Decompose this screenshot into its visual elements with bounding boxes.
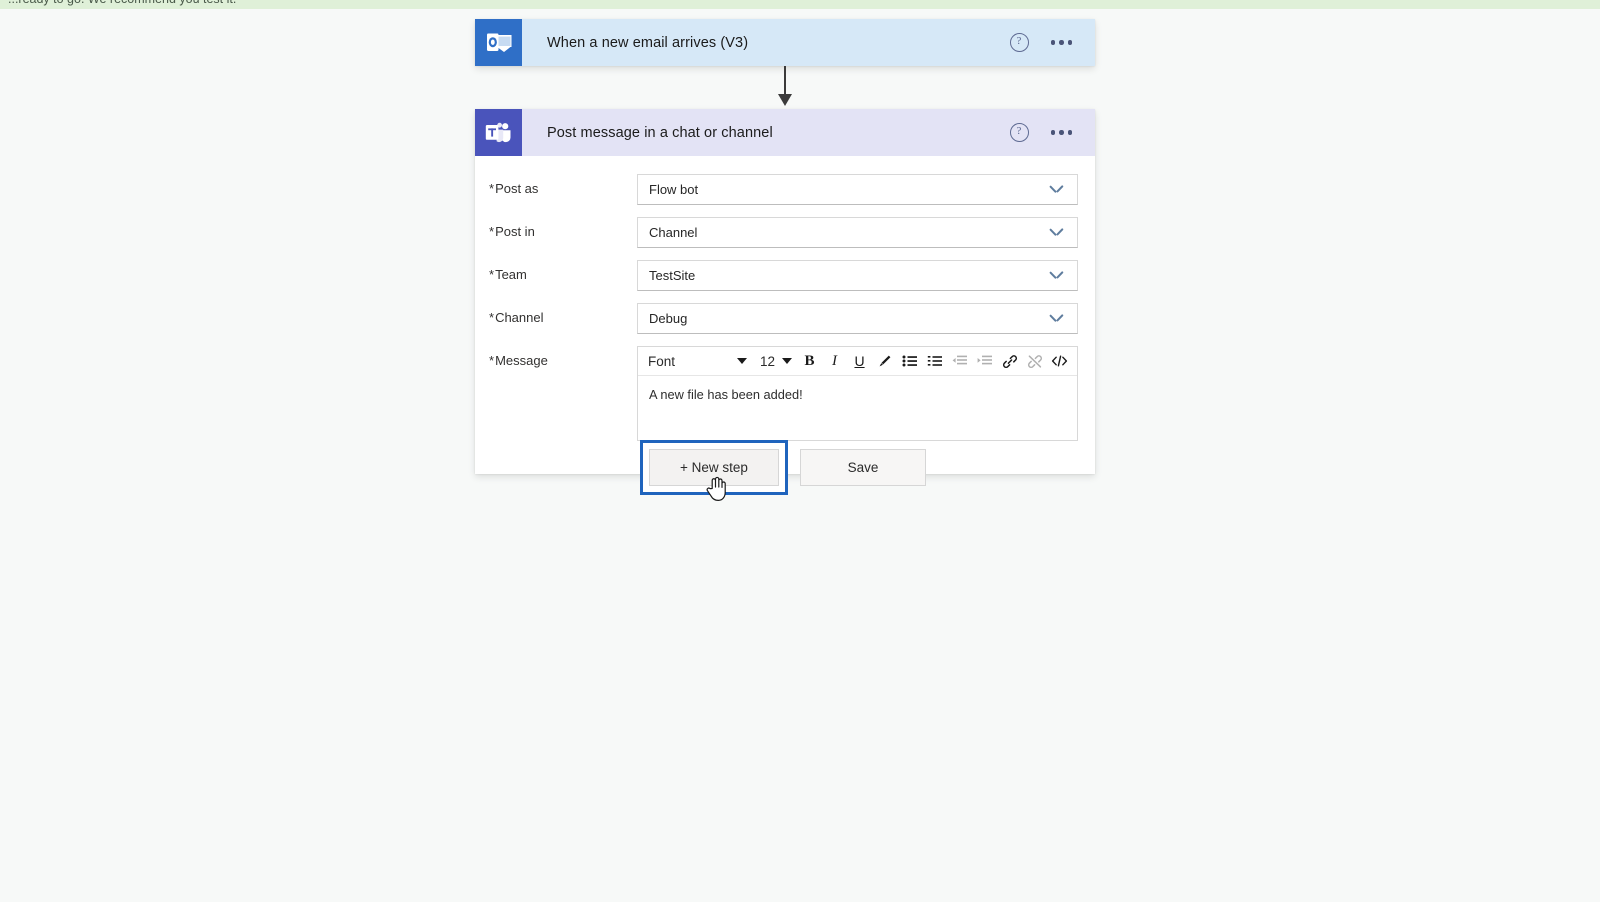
- flow-designer-page: ...ready to go. We recommend you test it…: [0, 0, 1600, 902]
- numbered-list-icon[interactable]: [922, 348, 947, 374]
- increase-indent-icon: [972, 348, 997, 374]
- chevron-down-icon[interactable]: [1050, 226, 1063, 239]
- trigger-card-actions: ?: [1009, 33, 1096, 52]
- field-channel: *Channel Debug: [489, 303, 1078, 334]
- field-team: *Team TestSite: [489, 260, 1078, 291]
- field-label-message: *Message: [489, 353, 548, 368]
- italic-button[interactable]: I: [822, 348, 847, 374]
- channel-dropdown[interactable]: Debug: [637, 303, 1078, 334]
- required-asterisk: *: [489, 181, 495, 196]
- status-banner-text: ...ready to go. We recommend you test it…: [8, 0, 236, 6]
- channel-value: Debug: [649, 311, 688, 326]
- trigger-card[interactable]: When a new email arrives (V3) ?: [475, 19, 1095, 66]
- font-family-dropdown[interactable]: Font: [640, 348, 752, 374]
- post-as-value: Flow bot: [649, 182, 699, 197]
- ellipsis-icon[interactable]: [1049, 36, 1075, 49]
- field-label-team: *Team: [489, 267, 527, 282]
- action-card[interactable]: Post message in a chat or channel ? *Pos…: [475, 109, 1095, 474]
- bulleted-list-icon[interactable]: [897, 348, 922, 374]
- flow-connector-arrow: [475, 66, 1095, 109]
- font-size-dropdown[interactable]: 12: [752, 348, 797, 374]
- chevron-down-icon[interactable]: [1050, 269, 1063, 282]
- teams-icon: [475, 109, 522, 156]
- bold-button[interactable]: B: [797, 348, 822, 374]
- team-dropdown[interactable]: TestSite: [637, 260, 1078, 291]
- new-step-focus-ring: + New step: [640, 440, 788, 495]
- field-post-in: *Post in Channel: [489, 217, 1078, 248]
- ellipsis-icon[interactable]: [1049, 126, 1075, 139]
- field-label-post-in: *Post in: [489, 224, 535, 239]
- chevron-down-icon[interactable]: [1050, 183, 1063, 196]
- trigger-card-title: When a new email arrives (V3): [547, 34, 749, 51]
- chevron-down-icon: [737, 358, 747, 364]
- link-icon[interactable]: [997, 348, 1022, 374]
- flow-steps-column: When a new email arrives (V3) ? Post mes…: [475, 19, 1095, 474]
- post-as-dropdown[interactable]: Flow bot: [637, 174, 1078, 205]
- new-step-button[interactable]: + New step: [649, 449, 779, 486]
- font-family-label: Font: [648, 353, 676, 369]
- footer-buttons: + New step Save: [640, 440, 926, 495]
- help-circle-icon[interactable]: ?: [1009, 123, 1029, 142]
- action-card-header[interactable]: Post message in a chat or channel ?: [475, 109, 1095, 156]
- message-rich-text-editor[interactable]: Font 12 B I U A new file has been added!: [637, 346, 1078, 441]
- post-in-dropdown[interactable]: Channel: [637, 217, 1078, 248]
- unlink-icon: [1022, 348, 1047, 374]
- field-post-as: *Post as Flow bot: [489, 174, 1078, 205]
- chevron-down-icon: [782, 358, 793, 364]
- required-asterisk: *: [489, 353, 495, 368]
- post-in-value: Channel: [649, 225, 698, 240]
- chevron-down-icon[interactable]: [1050, 312, 1063, 325]
- required-asterisk: *: [489, 267, 495, 282]
- outlook-icon: [475, 19, 522, 66]
- decrease-indent-icon: [947, 348, 972, 374]
- connector-arrowhead: [777, 94, 792, 106]
- code-view-icon[interactable]: [1047, 348, 1072, 374]
- field-label-channel: *Channel: [489, 310, 544, 325]
- team-value: TestSite: [649, 268, 696, 283]
- action-card-actions: ?: [1009, 123, 1096, 142]
- status-banner: ...ready to go. We recommend you test it…: [0, 0, 1600, 9]
- field-label-post-as: *Post as: [489, 181, 539, 196]
- message-body-text[interactable]: A new file has been added!: [638, 376, 1077, 440]
- font-size-label: 12: [760, 353, 776, 369]
- help-circle-icon[interactable]: ?: [1009, 33, 1029, 52]
- underline-button[interactable]: U: [847, 348, 872, 374]
- action-card-body: *Post as Flow bot *Post in Channel *Team…: [475, 156, 1095, 474]
- trigger-card-header[interactable]: When a new email arrives (V3) ?: [475, 19, 1095, 66]
- highlight-icon[interactable]: [872, 348, 897, 374]
- required-asterisk: *: [489, 224, 495, 239]
- action-card-title: Post message in a chat or channel: [547, 124, 773, 141]
- save-button[interactable]: Save: [800, 449, 926, 486]
- editor-toolbar: Font 12 B I U: [638, 347, 1077, 376]
- field-message: *Message Font 12 B I U A new file has be…: [489, 346, 1078, 441]
- required-asterisk: *: [489, 310, 495, 325]
